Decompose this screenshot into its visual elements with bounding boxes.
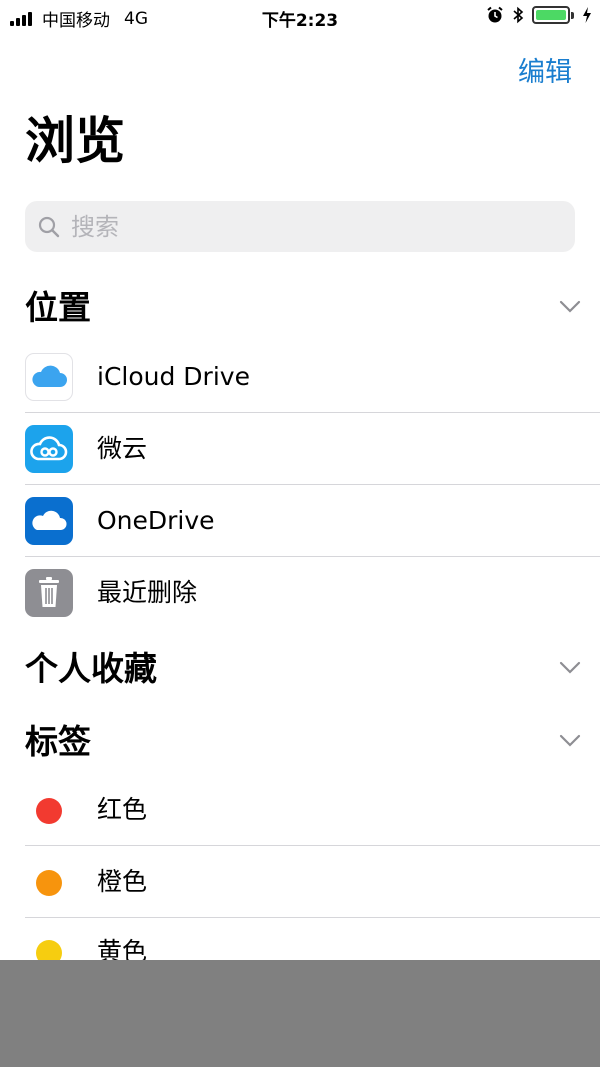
status-right — [478, 6, 592, 24]
section-title: 标签 — [25, 722, 91, 761]
location-item-icloud[interactable]: iCloud Drive — [0, 341, 600, 413]
alarm-icon — [487, 6, 503, 23]
location-label: iCloud Drive — [97, 362, 250, 391]
chevron-down-icon[interactable] — [558, 655, 582, 679]
tag-item-red[interactable]: 红色 — [0, 774, 600, 846]
search-icon — [38, 216, 60, 237]
section-locations-header[interactable]: 位置 — [25, 280, 600, 330]
location-label: 微云 — [97, 434, 148, 463]
search-input[interactable] — [71, 212, 551, 241]
icloud-icon — [25, 353, 73, 401]
charging-icon — [583, 7, 591, 23]
bottom-overlay — [0, 960, 600, 1067]
status-bar: 中国移动 4G 下午2:23 — [0, 0, 600, 34]
search-bar[interactable] — [25, 201, 575, 252]
section-favorites-header[interactable]: 个人收藏 — [25, 641, 600, 691]
page-title: 浏览 — [25, 112, 125, 170]
bluetooth-icon — [513, 6, 524, 24]
tag-item-orange[interactable]: 橙色 — [0, 846, 600, 918]
section-tags-header[interactable]: 标签 — [25, 714, 600, 764]
edit-button[interactable]: 编辑 — [518, 50, 572, 89]
tag-label: 红色 — [97, 795, 148, 824]
red-dot-icon — [36, 798, 62, 824]
onedrive-icon — [25, 497, 73, 545]
battery-icon — [532, 6, 574, 24]
location-item-weiyun[interactable]: 微云 — [0, 413, 600, 485]
section-title: 位置 — [25, 288, 91, 327]
chevron-down-icon[interactable] — [558, 294, 582, 318]
location-label: 最近删除 — [97, 578, 198, 607]
tag-label: 橙色 — [97, 867, 148, 896]
chevron-down-icon[interactable] — [558, 728, 582, 752]
location-item-onedrive[interactable]: OneDrive — [0, 485, 600, 557]
section-title: 个人收藏 — [25, 649, 157, 688]
trash-icon — [25, 569, 73, 617]
location-item-recently-deleted[interactable]: 最近删除 — [0, 557, 600, 629]
weiyun-icon — [25, 425, 73, 473]
orange-dot-icon — [36, 870, 62, 896]
location-label: OneDrive — [97, 506, 215, 535]
